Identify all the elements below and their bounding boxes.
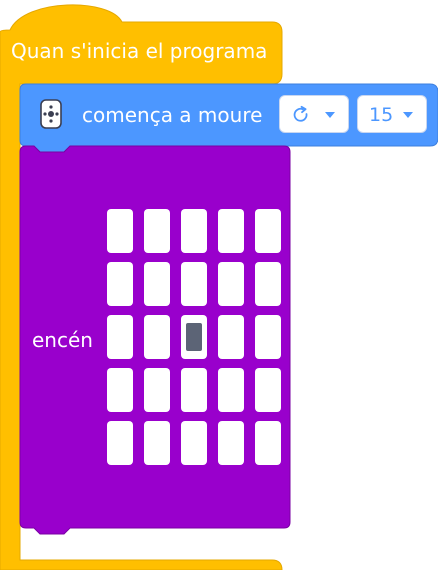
led-cell-r3-c4[interactable] bbox=[218, 315, 244, 359]
led-cell-r2-c4[interactable] bbox=[218, 262, 244, 306]
led-cell-r5-c5[interactable] bbox=[255, 421, 281, 465]
led-cell-r3-c1[interactable] bbox=[107, 315, 133, 359]
led-cell-r4-c5[interactable] bbox=[255, 368, 281, 412]
led-cell-r1-c4[interactable] bbox=[218, 209, 244, 253]
led-cell-r5-c4[interactable] bbox=[218, 421, 244, 465]
led-cell-r4-c2[interactable] bbox=[144, 368, 170, 412]
led-cell-r5-c2[interactable] bbox=[144, 421, 170, 465]
led-cell-r1-c5[interactable] bbox=[255, 209, 281, 253]
led-cell-r1-c3[interactable] bbox=[181, 209, 207, 253]
led-cell-r4-c1[interactable] bbox=[107, 368, 133, 412]
led-cell-r5-c3[interactable] bbox=[181, 421, 207, 465]
light-block-label: encén bbox=[32, 328, 93, 352]
led-cell-r2-c2[interactable] bbox=[144, 262, 170, 306]
led-cell-r5-c1[interactable] bbox=[107, 421, 133, 465]
led-cell-r4-c3[interactable] bbox=[181, 368, 207, 412]
led-cell-r3-c5[interactable] bbox=[255, 315, 281, 359]
led-cell-r1-c1[interactable] bbox=[107, 209, 133, 253]
led-cell-r3-c2[interactable] bbox=[144, 315, 170, 359]
led-cell-r1-c2[interactable] bbox=[144, 209, 170, 253]
led-cell-r2-c5[interactable] bbox=[255, 262, 281, 306]
led-cell-r4-c4[interactable] bbox=[218, 368, 244, 412]
led-cell-r2-c3[interactable] bbox=[181, 262, 207, 306]
led-cell-r2-c1[interactable] bbox=[107, 262, 133, 306]
led-cell-r3-c3[interactable] bbox=[181, 315, 207, 359]
